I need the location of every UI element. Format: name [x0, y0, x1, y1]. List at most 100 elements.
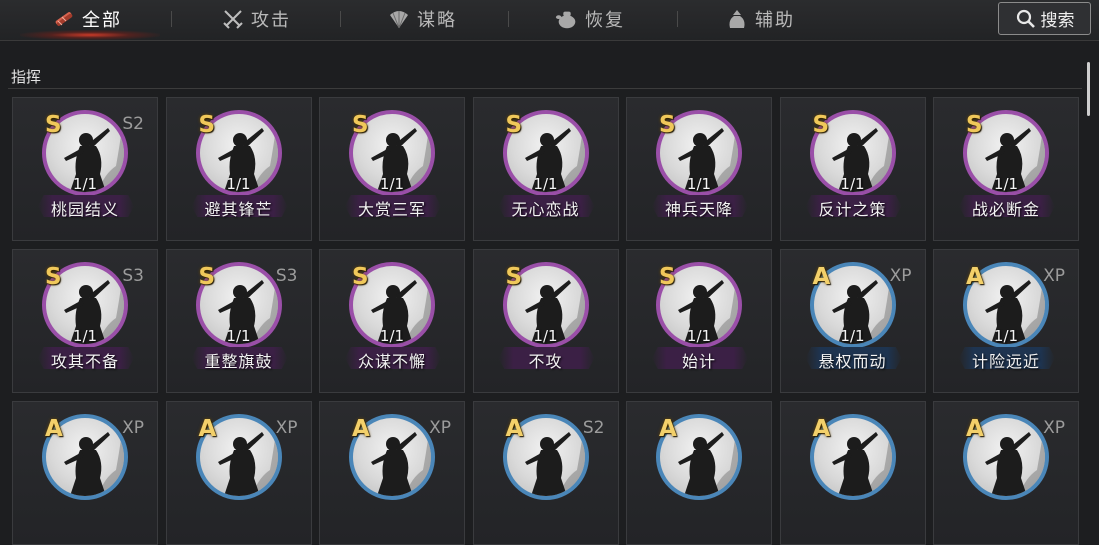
grade-badge: A [198, 416, 217, 442]
grade-badge: S [352, 112, 369, 138]
tactic-count: 1/1 [686, 175, 712, 193]
tab-strategy-label: 谋略 [417, 10, 457, 31]
tactic-count: 1/1 [226, 327, 251, 345]
tab-divider [171, 11, 172, 27]
tactic-count: 1/1 [533, 175, 558, 193]
tactic-count: 1/1 [686, 327, 712, 345]
tactic-name: 桃园结义 [50, 200, 119, 219]
tactic-card[interactable]: S 1/1 反计之策 [779, 97, 926, 241]
season-tag: S3 [275, 266, 298, 286]
tab-support[interactable]: 辅助 [725, 0, 795, 38]
grade-badge: S [812, 112, 830, 138]
tactic-name: 反计之策 [818, 200, 887, 219]
tab-all-label: 全部 [82, 10, 122, 31]
grade-badge: A [812, 264, 831, 290]
tactic-name: 攻其不备 [50, 352, 119, 371]
tactic-card[interactable]: S 1/1 避其锋芒 [165, 97, 312, 241]
grade-badge: S [966, 112, 983, 138]
tactic-name: 无心恋战 [511, 200, 580, 219]
tactic-card[interactable]: A S2 [472, 401, 619, 545]
tactic-card[interactable]: A XP 1/1 计险远近 [933, 249, 1079, 393]
tab-recovery-label: 恢复 [585, 10, 625, 31]
tactic-card[interactable]: S 1/1 众谋不懈 [319, 249, 465, 393]
grade-badge: A [966, 416, 984, 442]
grade-badge: A [352, 416, 370, 442]
season-tag: XP [122, 418, 144, 438]
grade-badge: S [352, 264, 369, 290]
tactic-card[interactable]: S 1/1 神兵天降 [626, 97, 772, 241]
season-tag: XP [889, 266, 912, 286]
season-tag: S3 [122, 266, 144, 286]
search-icon [1016, 9, 1035, 28]
tactic-count: 1/1 [72, 175, 98, 193]
tactic-name: 始计 [681, 352, 716, 371]
crossed-swords-icon [221, 7, 245, 31]
tactic-card[interactable]: A [626, 401, 772, 545]
tactic-card[interactable]: S 1/1 无心恋战 [472, 97, 619, 241]
tab-strategy[interactable]: 谋略 [387, 0, 457, 38]
grade-badge: A [45, 416, 63, 442]
tab-attack-label: 攻击 [251, 10, 291, 31]
tactic-name: 悬权而动 [818, 352, 887, 371]
tactic-name: 不攻 [528, 352, 563, 371]
section-divider [8, 88, 1082, 89]
grade-badge: A [505, 416, 524, 442]
tactic-card[interactable]: A [779, 401, 926, 545]
section-title: 指挥 [11, 68, 42, 86]
tactic-count: 1/1 [379, 175, 405, 193]
grade-badge: A [659, 416, 677, 442]
category-tab-bar: 全部 攻击 谋略 恢复 辅助 搜索 [0, 0, 1099, 41]
grade-badge: S [659, 112, 676, 138]
tab-recovery[interactable]: 恢复 [555, 0, 625, 38]
season-tag: XP [429, 418, 451, 438]
tab-divider [340, 11, 341, 27]
grade-badge: A [966, 264, 984, 290]
scrollbar-thumb[interactable] [1087, 62, 1090, 116]
scroll-bundle-icon [52, 7, 76, 31]
tactic-count: 1/1 [993, 175, 1019, 193]
tactic-card-grid: S S2 1/1 桃园结义 S 1/1 避其锋芒 S 1/1 大赏三军 S 1/1 无心恋战 S 1/1 神兵… [12, 97, 1082, 545]
tab-divider [677, 11, 678, 27]
tactic-card[interactable]: S 1/1 始计 [626, 249, 772, 393]
tactic-count: 1/1 [72, 327, 98, 345]
grade-badge: S [659, 264, 676, 290]
tactic-name: 重整旗鼓 [204, 352, 273, 371]
tactic-name: 众谋不懈 [357, 352, 426, 371]
tactic-name: 计险远近 [971, 352, 1040, 371]
grade-badge: A [812, 416, 831, 442]
tab-attack[interactable]: 攻击 [221, 0, 291, 38]
tactic-card[interactable]: S S3 1/1 重整旗鼓 [165, 249, 312, 393]
tactic-name: 神兵天降 [664, 200, 733, 219]
tab-all[interactable]: 全部 [52, 0, 122, 38]
season-tag: S2 [582, 418, 605, 438]
grade-badge: S [505, 112, 523, 138]
tactic-card[interactable]: A XP [12, 401, 158, 545]
tactic-card[interactable]: S 1/1 不攻 [472, 249, 619, 393]
search-button[interactable]: 搜索 [998, 2, 1091, 35]
season-tag: S2 [122, 114, 144, 134]
grade-badge: S [45, 264, 62, 290]
tactic-card[interactable]: S 1/1 大赏三军 [319, 97, 465, 241]
grade-badge: S [198, 264, 216, 290]
pouch-icon [725, 7, 749, 31]
tactic-count: 1/1 [840, 327, 865, 345]
grade-badge: S [45, 112, 62, 138]
tactic-count: 1/1 [993, 327, 1019, 345]
tab-divider [508, 11, 509, 27]
tactic-count: 1/1 [379, 327, 405, 345]
tactic-card[interactable]: A XP 1/1 悬权而动 [779, 249, 926, 393]
grade-badge: S [505, 264, 523, 290]
grade-badge: S [198, 112, 216, 138]
season-tag: XP [1043, 418, 1065, 438]
tactic-name: 战必断金 [971, 200, 1040, 219]
tactic-card[interactable]: A XP [319, 401, 465, 545]
tactic-card[interactable]: S 1/1 战必断金 [933, 97, 1079, 241]
tactic-name: 大赏三军 [357, 200, 426, 219]
season-tag: XP [1043, 266, 1065, 286]
tactic-card[interactable]: A XP [933, 401, 1079, 545]
tactic-count: 1/1 [533, 327, 558, 345]
tactic-card[interactable]: A XP [165, 401, 312, 545]
tactic-card[interactable]: S S3 1/1 攻其不备 [12, 249, 158, 393]
tactic-card[interactable]: S S2 1/1 桃园结义 [12, 97, 158, 241]
fan-icon [387, 7, 411, 31]
